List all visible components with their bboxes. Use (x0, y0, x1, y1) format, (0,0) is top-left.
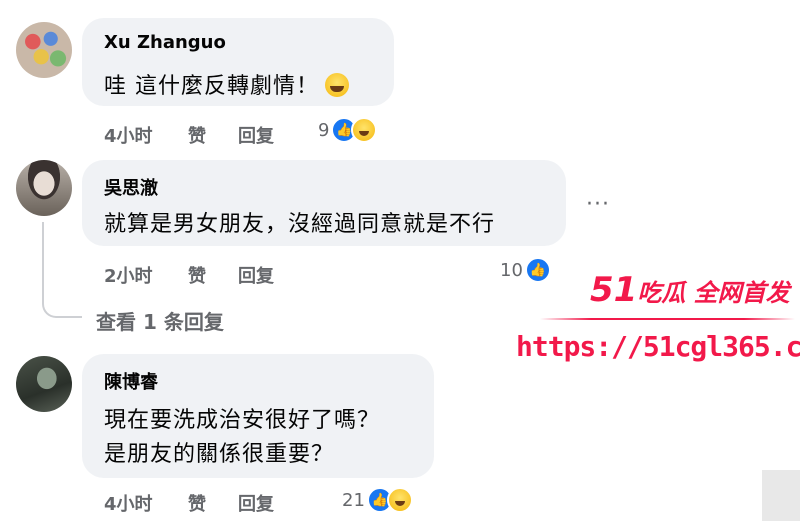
watermark-number: 51 (590, 270, 638, 310)
comment-text-line: 是朋友的關係很重要？ (104, 442, 335, 467)
comment-timestamp[interactable]: 4小时 (104, 122, 153, 148)
comment-text: 就算是男女朋友，沒經過同意就是不行 (104, 212, 496, 237)
reaction-summary[interactable]: 21 👍 (342, 486, 413, 514)
view-replies-link[interactable]: 查看 1 条回复 (96, 306, 224, 335)
watermark-logo: 51吃瓜 全网首发 (590, 270, 790, 310)
like-button[interactable]: 赞 (188, 122, 206, 148)
comment-bubble: 吳思澈 就算是男女朋友，沒經過同意就是不行 (82, 160, 566, 246)
watermark-brand-text: 吃瓜 全网首发 (637, 279, 790, 307)
comment-timestamp[interactable]: 4小时 (104, 490, 153, 516)
more-options-icon[interactable]: ··· (586, 192, 610, 217)
comment-bubble: Xu Zhanguo 哇 這什麼反轉劇情！ (82, 18, 394, 106)
comment-text-row: 哇 這什麼反轉劇情！ (104, 68, 349, 100)
reply-button[interactable]: 回复 (238, 490, 274, 516)
reaction-summary[interactable]: 9 👍 (318, 116, 378, 144)
comment-bubble: 陳博睿 現在要洗成治安很好了嗎？ 是朋友的關係很重要？ (82, 354, 434, 478)
like-button[interactable]: 赞 (188, 490, 206, 516)
comment-author[interactable]: 吳思澈 (104, 174, 158, 200)
laughing-emoji-icon (325, 73, 349, 97)
watermark-url: https://51cgl365.com (516, 330, 800, 363)
haha-icon (351, 117, 378, 143)
avatar[interactable] (16, 356, 72, 412)
comment-timestamp[interactable]: 2小时 (104, 262, 153, 288)
reply-thread-line (42, 222, 82, 318)
comment-text-line: 現在要洗成治安很好了嗎？ (104, 408, 381, 433)
comment-text: 哇 這什麼反轉劇情！ (104, 74, 319, 99)
reaction-count: 9 (318, 119, 330, 141)
reaction-count: 21 (342, 489, 365, 511)
avatar[interactable] (16, 22, 72, 78)
like-icon: 👍 (524, 257, 551, 283)
reaction-count: 10 (500, 259, 523, 281)
like-button[interactable]: 赞 (188, 262, 206, 288)
watermark-divider (540, 318, 795, 320)
haha-icon (386, 487, 413, 513)
reply-button[interactable]: 回复 (238, 262, 274, 288)
reaction-summary[interactable]: 10 👍 (500, 256, 551, 284)
comment-author[interactable]: 陳博睿 (104, 368, 158, 394)
avatar[interactable] (16, 160, 72, 216)
reply-button[interactable]: 回复 (238, 122, 274, 148)
corner-patch (762, 470, 800, 521)
comment-author[interactable]: Xu Zhanguo (104, 32, 226, 53)
